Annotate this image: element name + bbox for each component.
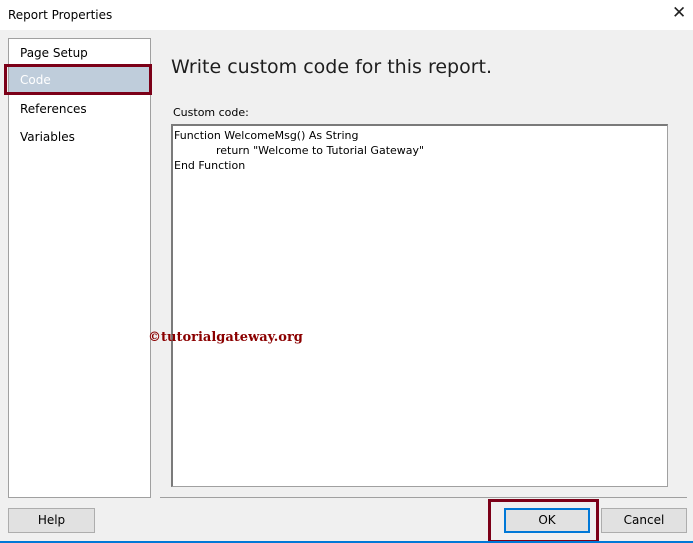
divider (160, 497, 687, 498)
watermark: ©tutorialgateway.org (148, 330, 303, 345)
help-button[interactable]: Help (8, 508, 95, 533)
sidebar-item-references[interactable]: References (9, 96, 150, 122)
close-icon[interactable]: ✕ (672, 3, 686, 23)
custom-code-label: Custom code: (173, 106, 249, 119)
highlight-box-ok (488, 499, 599, 543)
sidebar-item-page-setup[interactable]: Page Setup (9, 40, 150, 66)
custom-code-input[interactable] (171, 124, 668, 487)
cancel-button[interactable]: Cancel (601, 508, 687, 533)
sidebar: Page Setup Code References Variables (8, 38, 151, 498)
highlight-box-code (4, 64, 152, 95)
window-title: Report Properties (8, 8, 113, 22)
sidebar-item-variables[interactable]: Variables (9, 124, 150, 150)
page-heading: Write custom code for this report. (171, 56, 493, 78)
